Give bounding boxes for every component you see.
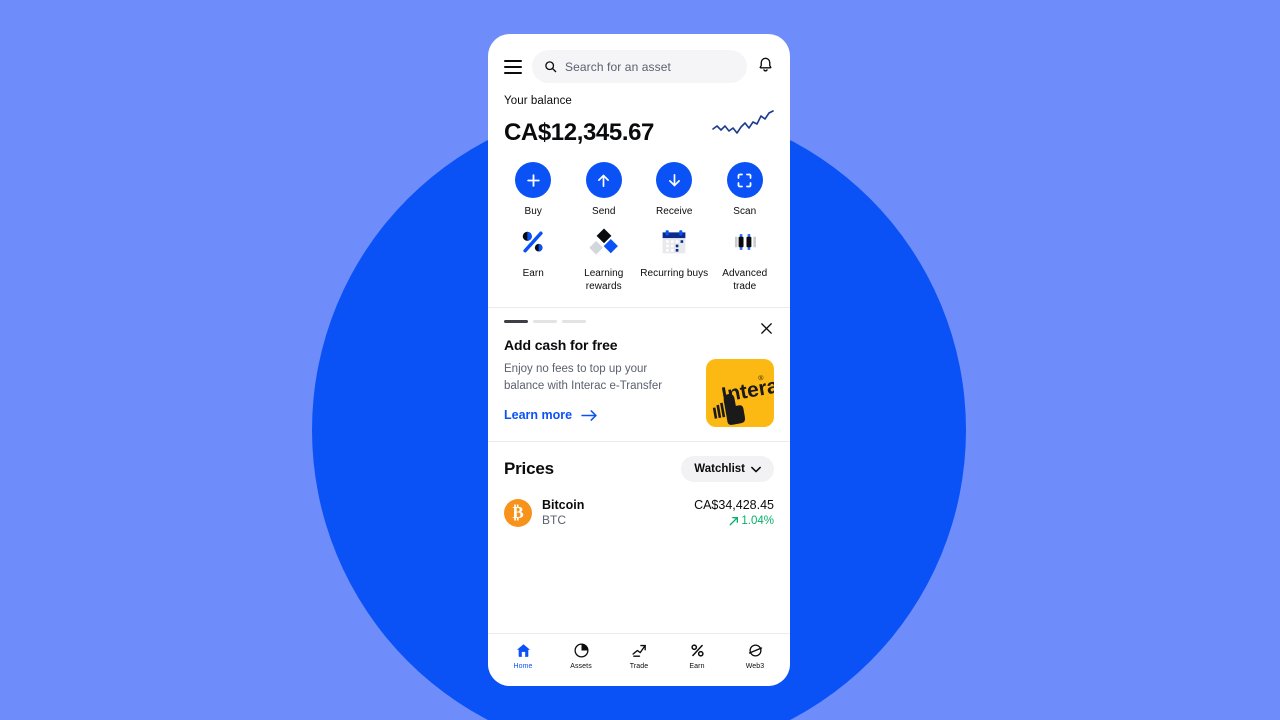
diamonds-icon (589, 228, 618, 255)
nav-item-assets[interactable]: Assets (552, 642, 610, 670)
watchlist-filter-dropdown[interactable]: Watchlist (681, 456, 774, 482)
promo-card: Add cash for free Enjoy no fees to top u… (488, 308, 790, 441)
balance-section: Your balance CA$12,345.67 (488, 89, 790, 148)
action-recurring-buys[interactable]: Recurring buys (639, 224, 710, 293)
calendar-icon (662, 230, 686, 254)
carousel-dot-2[interactable] (533, 320, 557, 323)
prices-section: Prices Watchlist ₿ Bitcoin BTC CA$34,428… (488, 442, 790, 527)
line-chart-sparkline-icon (712, 110, 774, 134)
search-icon (545, 61, 557, 73)
promo-learn-more-link[interactable]: Learn more (504, 408, 664, 422)
search-input[interactable]: Search for an asset (532, 50, 747, 83)
promo-description: Enjoy no fees to top up your balance wit… (504, 363, 663, 392)
asset-change-value: 1.04% (741, 515, 774, 527)
layout-spacer (488, 527, 790, 633)
promo-title: Add cash for free (504, 337, 618, 353)
receive-button[interactable] (656, 162, 693, 198)
notifications-button[interactable] (757, 55, 774, 78)
asset-symbol: BTC (542, 513, 566, 527)
pie-chart-icon (573, 643, 589, 658)
recurring-buys-button[interactable] (656, 224, 692, 260)
bell-icon (759, 57, 772, 72)
close-x-icon (760, 322, 772, 334)
nav-item-home[interactable]: Home (494, 642, 552, 670)
asset-price: CA$34,428.45 (694, 498, 774, 512)
action-scan[interactable]: Scan (710, 162, 781, 218)
earn-button[interactable] (515, 224, 551, 260)
watchlist-label: Watchlist (694, 463, 745, 475)
action-label: Scan (733, 206, 757, 217)
promo-close-button[interactable] (756, 318, 776, 338)
nav-label: Trade (629, 663, 649, 670)
arrow-up-icon (598, 174, 610, 187)
search-placeholder-text: Search for an asset (565, 59, 671, 74)
action-label: Recurring buys (640, 268, 709, 279)
buy-button[interactable] (515, 162, 552, 198)
carousel-dot-1[interactable] (504, 320, 528, 323)
nav-item-earn[interactable]: Earn (668, 642, 726, 670)
table-row[interactable]: ₿ Bitcoin BTC CA$34,428.45 1.04% (504, 498, 774, 527)
app-top-bar: Search for an asset (488, 34, 790, 89)
bottom-navigation-bar: Home Assets Trade Earn Web3 (488, 633, 790, 686)
balance-amount: CA$12,345.67 (504, 119, 654, 146)
scan-button[interactable] (726, 162, 763, 198)
action-label: Send (591, 206, 616, 217)
percent-icon (523, 231, 543, 253)
action-label: Buy (524, 206, 542, 217)
nav-label: Assets (570, 663, 592, 670)
asset-name: Bitcoin (542, 498, 585, 512)
nav-label: Earn (689, 663, 705, 670)
chevron-down-icon (751, 466, 761, 472)
promo-carousel-indicator[interactable] (504, 320, 774, 323)
prices-heading: Prices (504, 459, 554, 478)
action-learning-rewards[interactable]: Learning rewards (569, 224, 640, 293)
plus-icon (527, 173, 540, 187)
percent-icon (690, 644, 704, 657)
scan-frame-icon (737, 173, 752, 187)
bitcoin-coin-icon: ₿ (504, 498, 532, 527)
learning-rewards-button[interactable] (586, 224, 622, 260)
phone-app-screen: Search for an asset Your balance CA$12,3… (488, 34, 790, 686)
quick-actions-grid: Buy Send Receive Scan Earn Learning rewa… (488, 148, 790, 307)
interac-logo: Interac ® (706, 359, 774, 427)
arrow-up-right-icon (729, 517, 739, 526)
trend-up-icon (631, 644, 646, 657)
hamburger-menu-icon[interactable] (504, 59, 522, 74)
action-buy[interactable]: Buy (498, 162, 569, 218)
web3-globe-icon (748, 644, 762, 657)
candlestick-icon (734, 234, 756, 250)
action-label: Learning rewards (584, 268, 624, 292)
action-label: Earn (522, 268, 544, 279)
advanced-trade-button[interactable] (727, 224, 763, 260)
nav-item-trade[interactable]: Trade (610, 642, 668, 670)
balance-sparkline-chart (712, 107, 774, 142)
action-label: Receive (656, 206, 693, 217)
action-send[interactable]: Send (569, 162, 640, 218)
nav-label: Home (513, 663, 533, 670)
nav-item-web3[interactable]: Web3 (726, 642, 784, 670)
nav-label: Web3 (745, 663, 765, 670)
interac-hand-icon: Interac ® (712, 372, 774, 425)
home-icon (516, 644, 530, 657)
action-advanced-trade[interactable]: Advanced trade (710, 224, 781, 293)
action-earn[interactable]: Earn (498, 224, 569, 293)
send-button[interactable] (585, 162, 622, 198)
screenshot-canvas: Search for an asset Your balance CA$12,3… (0, 0, 1280, 720)
arrow-right-icon (581, 409, 597, 421)
learn-more-label: Learn more (504, 408, 573, 423)
action-label: Advanced trade (722, 268, 768, 292)
asset-change: 1.04% (694, 515, 774, 527)
balance-label: Your balance (504, 95, 572, 107)
action-receive[interactable]: Receive (639, 162, 710, 218)
carousel-dot-3[interactable] (562, 320, 586, 323)
arrow-down-icon (668, 173, 680, 186)
